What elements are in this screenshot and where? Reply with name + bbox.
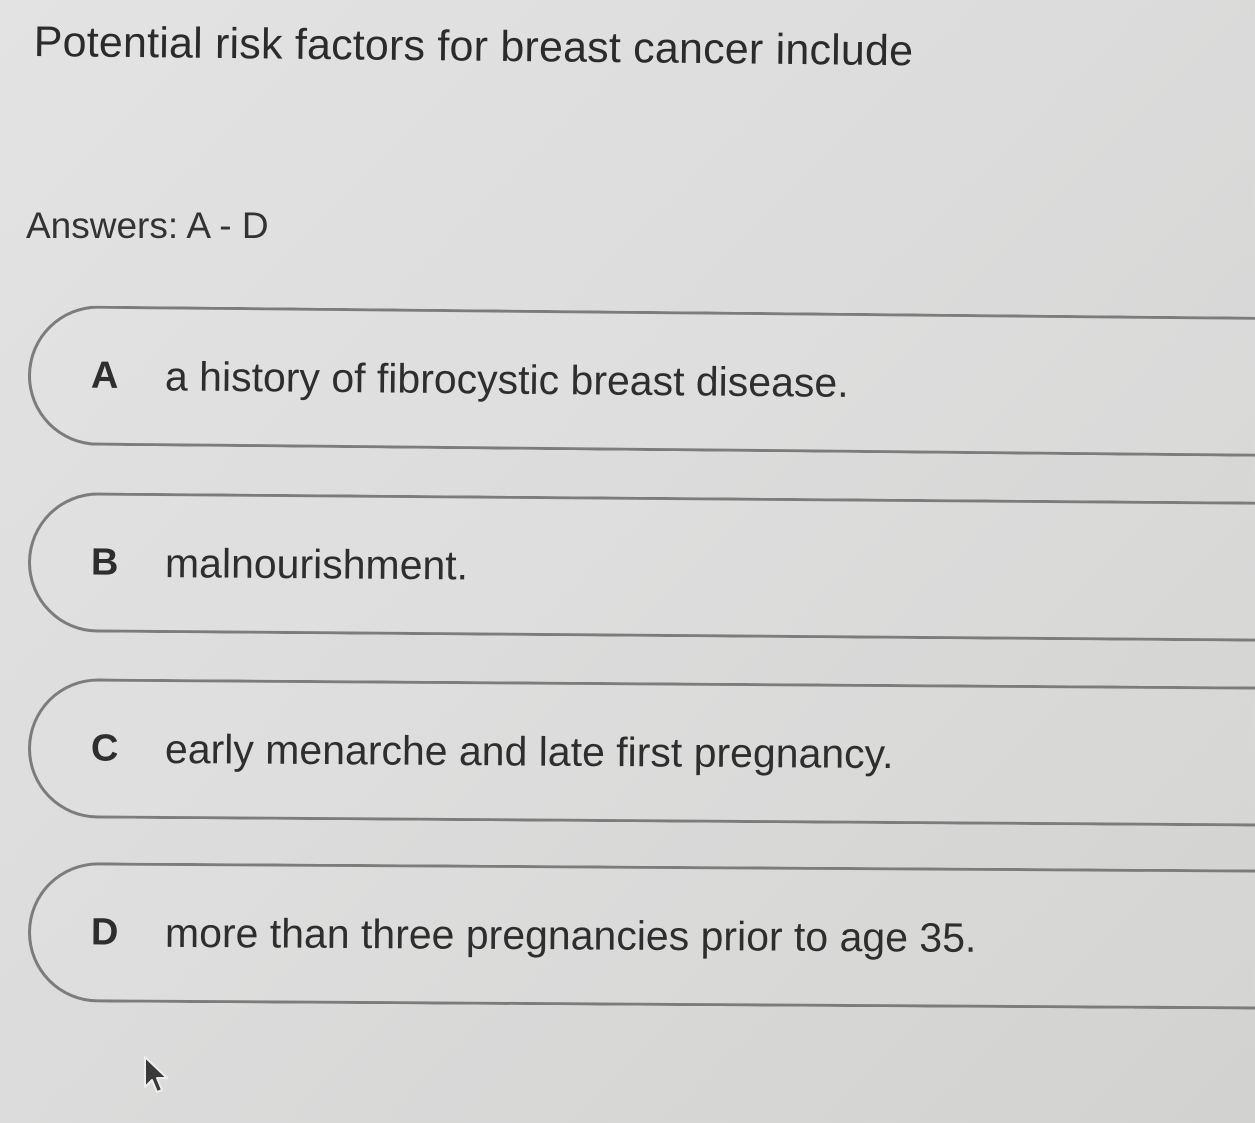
option-letter: B <box>90 540 119 584</box>
answer-options: A a history of fibrocystic breast diseas… <box>0 0 1255 1123</box>
option-letter: D <box>90 910 119 954</box>
option-a[interactable]: A a history of fibrocystic breast diseas… <box>27 305 1255 458</box>
option-b[interactable]: B malnourishment. <box>27 492 1255 642</box>
option-text: a history of fibrocystic breast disease. <box>164 352 849 406</box>
option-text: malnourishment. <box>164 539 469 588</box>
option-text: more than three pregnancies prior to age… <box>164 909 977 961</box>
option-c[interactable]: C early menarche and late first pregnanc… <box>27 678 1255 827</box>
option-letter: C <box>90 726 119 770</box>
option-d[interactable]: D more than three pregnancies prior to a… <box>27 862 1255 1010</box>
mouse-pointer-icon <box>143 1055 171 1095</box>
option-text: early menarche and late first pregnancy. <box>164 725 894 777</box>
option-letter: A <box>90 354 119 397</box>
